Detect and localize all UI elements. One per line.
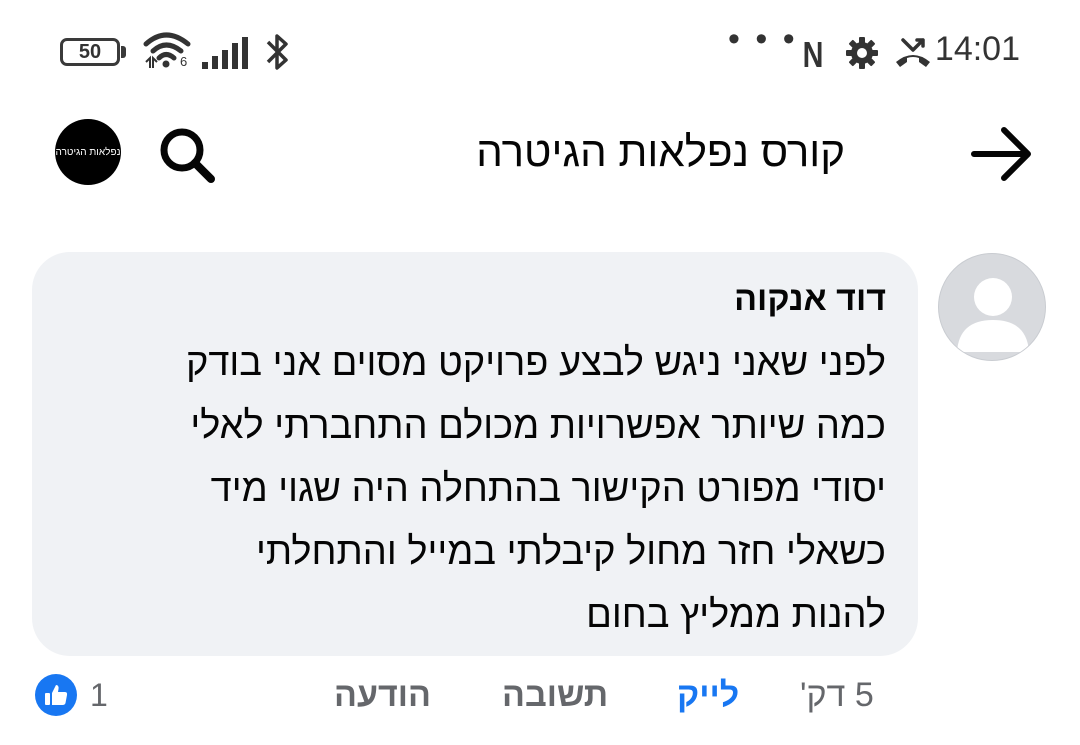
like-reaction-icon[interactable] bbox=[35, 674, 77, 716]
comment-timestamp: 5 דק' bbox=[800, 676, 874, 714]
comment-line: לפני שאני ניגש לבצע פרויקט מסוים אני בוד… bbox=[185, 342, 886, 384]
bluetooth-icon bbox=[266, 34, 288, 70]
comment-line: להנות ממליץ בחום bbox=[586, 594, 886, 636]
back-arrow-icon[interactable] bbox=[968, 126, 1034, 182]
group-logo[interactable]: נפלאות הגיטרה bbox=[55, 119, 121, 185]
gear-icon bbox=[846, 37, 878, 69]
page-title: קורס נפלאות הגיטרה bbox=[476, 128, 845, 175]
battery-icon: 50 bbox=[60, 38, 120, 66]
signal-icon bbox=[202, 37, 248, 69]
comment-line: כמה שיותר אפשרויות מכולם התחברתי לאלי bbox=[190, 405, 886, 447]
overflow-dots: • • • bbox=[728, 20, 798, 58]
network-badge: 6 bbox=[180, 54, 188, 69]
search-icon[interactable] bbox=[156, 124, 218, 186]
comment-body: לפני שאני ניגש לבצע פרויקט מסוים אני בוד… bbox=[66, 332, 886, 647]
group-logo-text: נפלאות הגיטרה bbox=[55, 146, 121, 158]
avatar[interactable] bbox=[938, 253, 1046, 361]
like-button[interactable]: לייק bbox=[677, 676, 739, 715]
thumbs-up-icon bbox=[45, 685, 68, 705]
message-button[interactable]: הודעה bbox=[334, 676, 431, 715]
status-time: 14:01 bbox=[934, 30, 1020, 68]
reply-button[interactable]: תשובה bbox=[502, 676, 608, 715]
missed-call-icon bbox=[896, 38, 930, 67]
comment-author[interactable]: דוד אנקוה bbox=[734, 280, 886, 319]
battery-level: 50 bbox=[78, 40, 102, 63]
default-avatar-icon bbox=[957, 278, 1029, 352]
comment-bubble: דוד אנקוה לפני שאני ניגש לבצע פרויקט מסו… bbox=[32, 252, 918, 656]
notification-n-icon: N bbox=[802, 34, 824, 75]
comment-line: כשאלי חזר מחול קיבלתי במייל והתחלתי bbox=[256, 531, 886, 573]
comment-line: יסודי מפורט הקישור בהתחלה היה שגוי מיד bbox=[210, 468, 886, 510]
battery-tip bbox=[121, 46, 126, 58]
like-count[interactable]: 1 bbox=[90, 677, 108, 714]
